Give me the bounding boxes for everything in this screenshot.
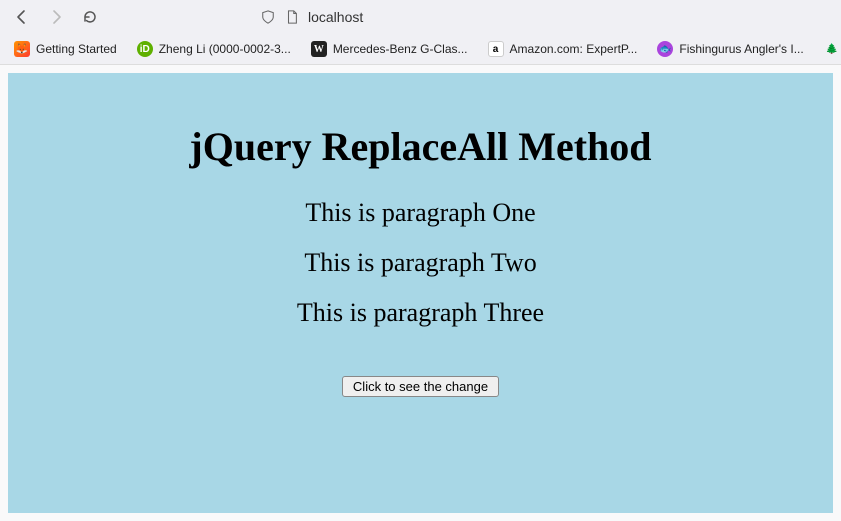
bookmark-zheng-li[interactable]: iD Zheng Li (0000-0002-3... <box>129 39 299 59</box>
bookmark-brainerd[interactable]: 🌲 Brainerd MI <box>816 39 841 59</box>
nav-bar: localhost <box>0 0 841 34</box>
viewport: jQuery ReplaceAll Method This is paragra… <box>0 65 841 521</box>
paragraph-three: This is paragraph Three <box>8 298 833 328</box>
shield-icon <box>260 9 276 25</box>
bookmark-label: Fishingurus Angler's I... <box>679 42 803 56</box>
page-heading: jQuery ReplaceAll Method <box>8 123 833 170</box>
bookmark-amazon[interactable]: a Amazon.com: ExpertP... <box>480 39 646 59</box>
firefox-icon: 🦊 <box>14 41 30 57</box>
wikipedia-icon: W <box>311 41 327 57</box>
bookmark-label: Mercedes-Benz G-Clas... <box>333 42 468 56</box>
bookmark-label: Zheng Li (0000-0002-3... <box>159 42 291 56</box>
reload-button[interactable] <box>76 3 104 31</box>
bookmark-getting-started[interactable]: 🦊 Getting Started <box>6 39 125 59</box>
url-text: localhost <box>308 9 363 25</box>
change-button[interactable]: Click to see the change <box>342 376 499 397</box>
paragraph-one: This is paragraph One <box>8 198 833 228</box>
tree-icon: 🌲 <box>824 41 840 57</box>
bookmark-mercedes[interactable]: W Mercedes-Benz G-Clas... <box>303 39 476 59</box>
forward-button[interactable] <box>42 3 70 31</box>
bookmark-label: Amazon.com: ExpertP... <box>510 42 638 56</box>
address-bar[interactable]: localhost <box>260 9 363 25</box>
orcid-icon: iD <box>137 41 153 57</box>
bookmark-fishingurus[interactable]: 🐟 Fishingurus Angler's I... <box>649 39 811 59</box>
back-icon <box>14 9 30 25</box>
bookmarks-bar: 🦊 Getting Started iD Zheng Li (0000-0002… <box>0 34 841 64</box>
browser-chrome: localhost 🦊 Getting Started iD Zheng Li … <box>0 0 841 65</box>
back-button[interactable] <box>8 3 36 31</box>
reload-icon <box>82 9 98 25</box>
amazon-icon: a <box>488 41 504 57</box>
forward-icon <box>48 9 64 25</box>
page-icon <box>284 9 300 25</box>
bookmark-label: Getting Started <box>36 42 117 56</box>
fish-icon: 🐟 <box>657 41 673 57</box>
paragraph-two: This is paragraph Two <box>8 248 833 278</box>
page-content: jQuery ReplaceAll Method This is paragra… <box>8 73 833 513</box>
